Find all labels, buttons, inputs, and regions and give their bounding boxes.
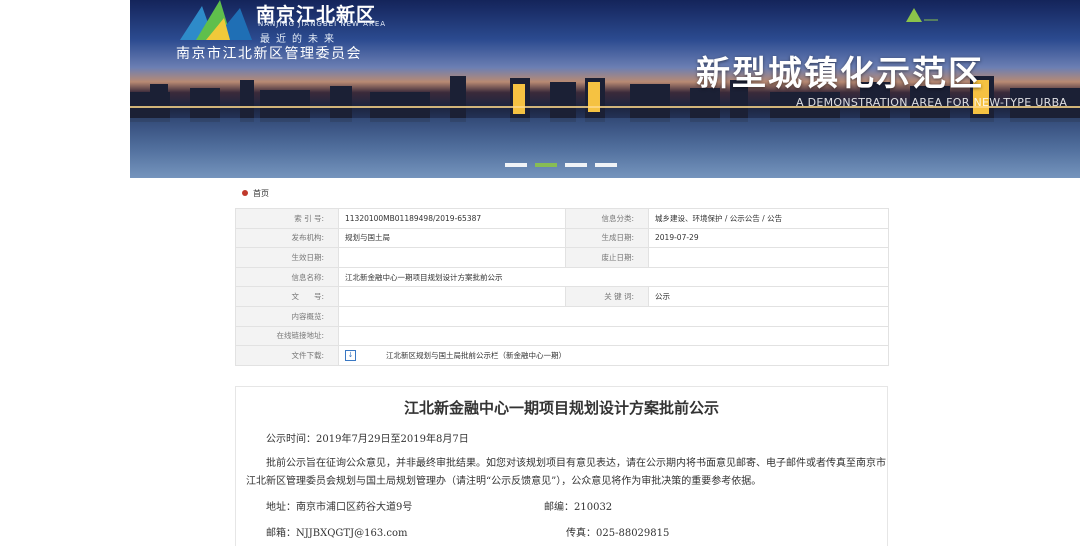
table-row: 生效日期: 废止日期: xyxy=(235,247,889,268)
site-logo[interactable]: 南京江北新区 NANJING JIANGBEI NEW AREA 最近的未来 南… xyxy=(170,0,400,62)
generated-date-label: 生成日期: xyxy=(565,227,649,249)
organization-name: 南京市江北新区管理委员会 xyxy=(176,46,362,62)
contact-zip: 邮编：210032 xyxy=(544,502,613,513)
notice-body: 批前公示旨在征询公众意见，并非最终审批结果。如您对该规划项目有意见表达，请在公示… xyxy=(246,458,886,487)
document-info-table: 索 引 号: 11320100MB01189498/2019-65387 信息分… xyxy=(235,208,889,366)
logo-mark-icon xyxy=(180,0,252,40)
index-number-value: 11320100MB01189498/2019-65387 xyxy=(338,208,566,229)
table-row: 在线链接地址: xyxy=(235,325,889,347)
notice-article: 江北新金融中心一期项目规划设计方案批前公示 公示时间：2019年7月29日至20… xyxy=(235,386,888,546)
generated-date-value: 2019-07-29 xyxy=(648,227,889,249)
effective-date-label: 生效日期: xyxy=(235,247,339,268)
contact-fax: 传真：025-88029815 xyxy=(566,528,670,539)
document-number-label: 文 号: xyxy=(235,286,339,307)
table-row: 索 引 号: 11320100MB01189498/2019-65387 信息分… xyxy=(235,208,889,229)
contact-email: 邮箱：NJJBXQGTJ@163.com xyxy=(266,528,408,539)
effective-date-value xyxy=(338,247,566,268)
slide-dot-2[interactable] xyxy=(535,163,557,167)
table-row: 文件下载: ↓ 江北新区规划与国土局批前公示栏（新金融中心一期） xyxy=(235,345,889,366)
slide-indicator xyxy=(505,163,625,168)
keywords-value: 公示 xyxy=(648,286,889,307)
publisher-label: 发布机构: xyxy=(235,227,339,249)
slide-dot-3[interactable] xyxy=(565,163,587,167)
file-download-cell: ↓ 江北新区规划与国土局批前公示栏（新金融中心一期） xyxy=(338,345,889,366)
expiry-date-label: 废止日期: xyxy=(565,247,649,268)
table-row: 信息名称: 江北新金融中心一期项目规划设计方案批前公示 xyxy=(235,266,889,288)
decorative-triangle-icon xyxy=(906,8,938,22)
category-value: 城乡建设、环境保护 / 公示公告 / 公告 xyxy=(648,208,889,229)
breadcrumb: 首页 xyxy=(242,187,269,199)
table-row: 文 号: 关 键 词: 公示 xyxy=(235,286,889,307)
download-file-link[interactable]: 江北新区规划与国土局批前公示栏（新金融中心一期） xyxy=(386,351,566,360)
online-link-value xyxy=(338,325,889,347)
keywords-label: 关 键 词: xyxy=(565,286,649,307)
slide-dot-4[interactable] xyxy=(595,163,617,167)
info-name-value: 江北新金融中心一期项目规划设计方案批前公示 xyxy=(338,266,889,288)
download-icon[interactable]: ↓ xyxy=(345,350,356,362)
logo-english-name: NANJING JIANGBEI NEW AREA xyxy=(258,20,387,28)
category-label: 信息分类: xyxy=(565,208,649,229)
publisher-value: 规划与国土局 xyxy=(338,227,566,249)
banner-subheading: A DEMONSTRATION AREA FOR NEW-TYPE URBA xyxy=(796,96,1068,109)
document-number-value xyxy=(338,286,566,307)
expiry-date-value xyxy=(648,247,889,268)
notice-title: 江北新金融中心一期项目规划设计方案批前公示 xyxy=(403,399,719,417)
contact-address: 地址：南京市浦口区药谷大道9号 xyxy=(266,502,413,513)
river-reflection-graphic xyxy=(130,118,1080,178)
index-number-label: 索 引 号: xyxy=(235,208,339,229)
notice-period: 公示时间：2019年7月29日至2019年8月7日 xyxy=(266,434,469,445)
table-row: 发布机构: 规划与国土局 生成日期: 2019-07-29 xyxy=(235,227,889,249)
banner-heading: 新型城镇化示范区 xyxy=(696,54,984,94)
info-name-label: 信息名称: xyxy=(235,266,339,288)
summary-value xyxy=(338,305,889,327)
table-row: 内容概览: xyxy=(235,305,889,327)
home-icon xyxy=(242,190,248,196)
breadcrumb-home-link[interactable]: 首页 xyxy=(253,188,269,199)
summary-label: 内容概览: xyxy=(235,305,339,327)
banner: 南京江北新区 NANJING JIANGBEI NEW AREA 最近的未来 南… xyxy=(0,0,1080,178)
file-download-label: 文件下载: xyxy=(235,345,339,366)
online-link-label: 在线链接地址: xyxy=(235,325,339,347)
slide-dot-1[interactable] xyxy=(505,163,527,167)
